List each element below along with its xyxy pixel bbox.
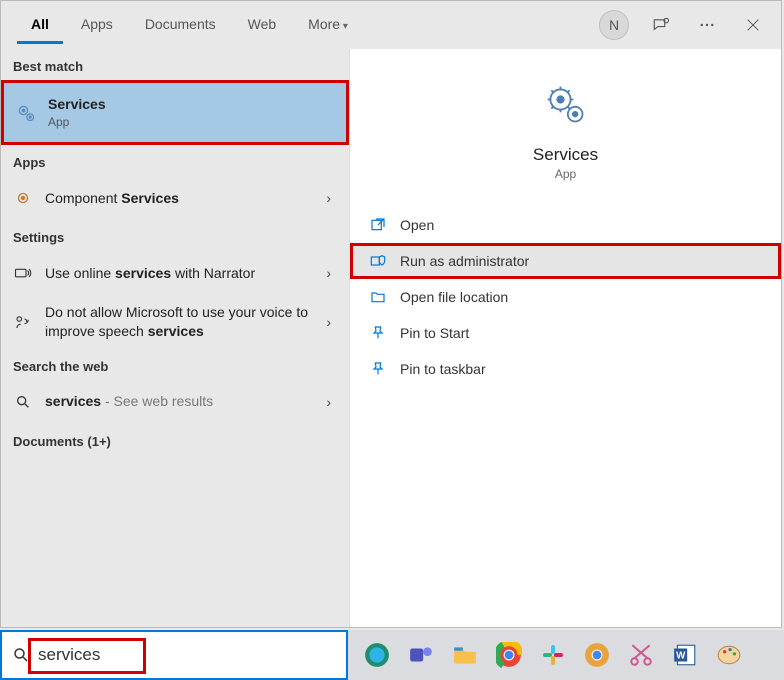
section-settings: Settings [1,220,349,251]
action-pin-to-start[interactable]: Pin to Start [350,315,781,351]
search-scope-tabs: All Apps Documents Web More N [1,1,781,49]
action-pin-to-taskbar[interactable]: Pin to taskbar [350,351,781,387]
action-run-as-administrator[interactable]: Run as administrator [350,243,781,279]
pin-icon [370,325,386,341]
result-narrator-services[interactable]: Use online services with Narrator › [1,251,349,295]
section-apps: Apps [1,145,349,176]
chevron-right-icon: › [320,265,337,281]
section-documents: Documents (1+) [1,424,349,455]
best-match-subtitle: App [48,114,334,130]
tab-web[interactable]: Web [234,6,291,44]
detail-subtitle: App [555,167,576,181]
result-web-search[interactable]: services - See web results › [1,380,349,424]
open-icon [370,217,386,233]
section-search-web: Search the web [1,349,349,380]
result-text-post: with Narrator [171,265,255,281]
result-component-services[interactable]: Component Services › [1,176,349,220]
result-text-suffix: - See web results [101,393,213,409]
search-icon [13,392,33,412]
result-speech-services[interactable]: Do not allow Microsoft to use your voice… [1,295,349,349]
tab-more[interactable]: More [294,6,362,44]
action-label: Open [400,217,434,233]
svg-text:W: W [676,650,686,661]
result-text-bold: services [115,265,171,281]
best-match-result[interactable]: Services App [1,80,349,145]
result-text-bold: services [148,323,204,339]
gears-icon [16,103,36,123]
user-avatar[interactable]: N [599,10,629,40]
action-open-file-location[interactable]: Open file location [350,279,781,315]
taskbar-chrome-canary-icon[interactable] [580,638,614,672]
results-list: Best match Services App Apps Component S… [1,49,349,627]
result-text-bold: Services [121,190,179,206]
folder-icon [370,289,386,305]
taskbar-edge-icon[interactable] [360,638,394,672]
windows-search-panel: All Apps Documents Web More N Best match [0,0,782,628]
chevron-right-icon: › [320,314,337,330]
tab-documents[interactable]: Documents [131,6,230,44]
microphone-icon [13,312,33,332]
window-controls: N [599,10,781,40]
action-label: Pin to Start [400,325,469,341]
feedback-icon[interactable] [647,11,675,39]
close-icon[interactable] [739,11,767,39]
search-icon [12,646,32,664]
taskbar-chrome-icon[interactable] [492,638,526,672]
detail-pane: Services App Open Run as administrator O… [349,49,781,627]
search-input[interactable] [32,641,340,669]
action-open[interactable]: Open [350,207,781,243]
result-text-prefix: Component [45,190,121,206]
taskbar: W [348,630,784,680]
search-box[interactable] [0,630,348,680]
best-match-title: Services [48,96,106,112]
more-options-icon[interactable] [693,11,721,39]
section-best-match: Best match [1,49,349,80]
taskbar-slack-icon[interactable] [536,638,570,672]
tab-apps[interactable]: Apps [67,6,127,44]
taskbar-teams-icon[interactable] [404,638,438,672]
action-label: Open file location [400,289,508,305]
chevron-right-icon: › [320,394,337,410]
tab-all[interactable]: All [17,6,63,44]
taskbar-explorer-icon[interactable] [448,638,482,672]
detail-title: Services [533,145,598,165]
chevron-right-icon: › [320,190,337,206]
pin-icon [370,361,386,377]
taskbar-paint-icon[interactable] [712,638,746,672]
action-label: Pin to taskbar [400,361,486,377]
shield-icon [370,253,386,269]
taskbar-snip-icon[interactable] [624,638,658,672]
result-text-bold: services [45,393,101,409]
gears-icon [544,83,588,127]
component-services-icon [13,188,33,208]
taskbar-word-icon[interactable]: W [668,638,702,672]
action-label: Run as administrator [400,253,529,269]
narrator-icon [13,263,33,283]
result-text-pre: Use online [45,265,115,281]
